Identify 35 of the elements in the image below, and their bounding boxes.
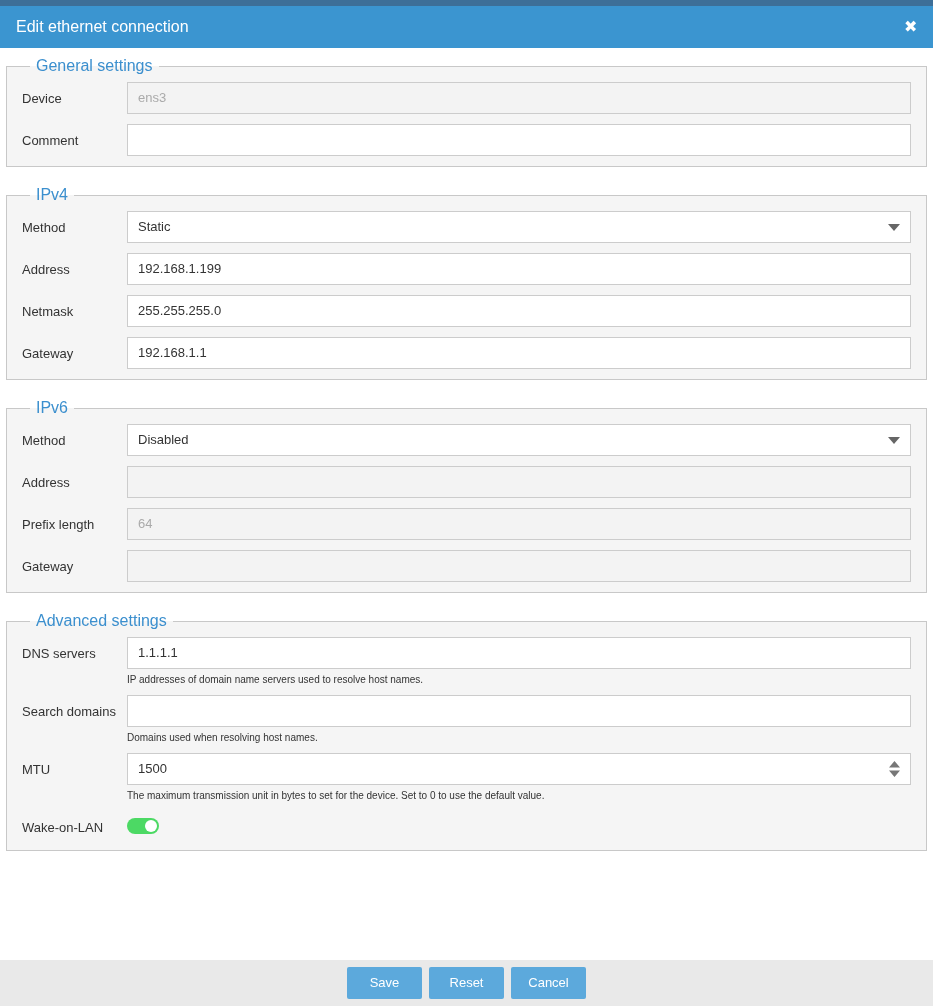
section-title: IPv6 xyxy=(35,400,69,416)
field-label: Search domains xyxy=(22,703,117,721)
input-field[interactable]: 1500 xyxy=(127,753,911,785)
help-text: Domains used when resolving host names. xyxy=(127,733,319,743)
field-label: Netmask xyxy=(22,303,75,321)
field-label: Comment xyxy=(22,132,80,150)
input-field[interactable] xyxy=(127,695,911,727)
dropdown-icon xyxy=(888,436,900,444)
field-label: MTU xyxy=(22,761,52,779)
section-title: IPv4 xyxy=(35,187,69,203)
toggle-switch[interactable] xyxy=(127,818,159,834)
spinner-icon xyxy=(889,761,900,777)
field-label: Method xyxy=(22,432,67,450)
field-label: Wake-on-LAN xyxy=(22,819,105,837)
field-label: Gateway xyxy=(22,345,75,363)
dropdown-icon xyxy=(888,223,900,231)
select-field[interactable]: Disabled xyxy=(127,424,911,456)
field-label: DNS servers xyxy=(22,645,97,663)
field-label: Gateway xyxy=(22,558,75,576)
field-label: Device xyxy=(22,90,63,108)
input-field[interactable]: 1.1.1.1 xyxy=(127,637,911,669)
input-field[interactable]: 192.168.1.1 xyxy=(127,337,911,369)
help-text: The maximum transmission unit in bytes to set for the device. Set to 0 to use the default value. xyxy=(127,791,546,801)
field-label: Address xyxy=(22,474,71,492)
input-field[interactable]: 255.255.255.0 xyxy=(127,295,911,327)
section-title: General settings xyxy=(35,58,154,74)
select-field[interactable]: Static xyxy=(127,211,911,243)
dialog-title: Edit ethernet connection xyxy=(16,17,189,37)
input-field[interactable] xyxy=(127,124,911,156)
field-label: Prefix length xyxy=(22,516,96,534)
input-field[interactable]: 192.168.1.199 xyxy=(127,253,911,285)
field-label: Method xyxy=(22,219,67,237)
field-label: Address xyxy=(22,261,71,279)
help-text: IP addresses of domain name servers used to resolve host names. xyxy=(127,675,425,685)
section-title: Advanced settings xyxy=(35,613,168,629)
